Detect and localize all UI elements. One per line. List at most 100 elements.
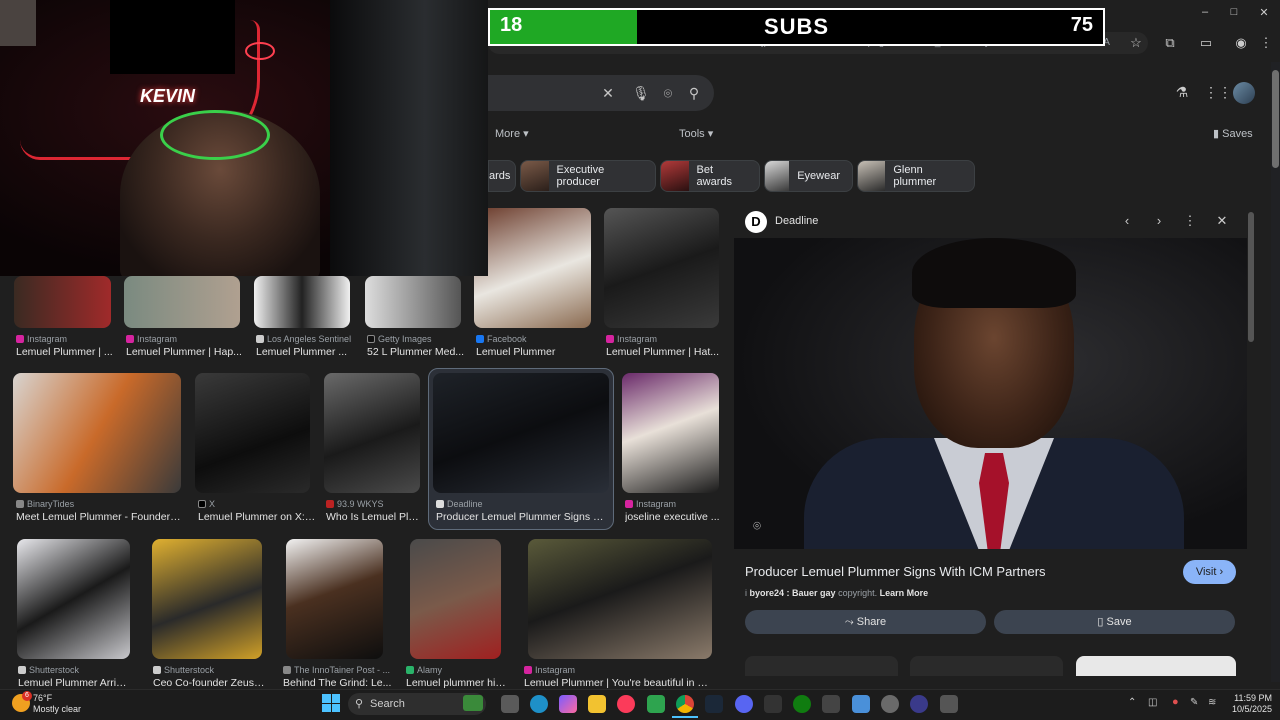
chip-glenn-plummer[interactable]: Glenn plummer (857, 160, 975, 192)
weather-widget[interactable]: 76°F Mostly clear (33, 693, 81, 715)
app-icon[interactable] (764, 695, 782, 713)
apps-grid-icon[interactable]: ⋮⋮ (1204, 84, 1232, 104)
result-image[interactable] (14, 276, 111, 328)
edge-icon[interactable] (530, 695, 548, 713)
result-title[interactable]: Lemuel Plummer | You're beautiful in so … (524, 677, 710, 689)
chrome-icon[interactable] (676, 695, 694, 713)
result-image[interactable] (124, 276, 240, 328)
close-window-button[interactable]: ✕ (1254, 6, 1274, 22)
result-image[interactable] (195, 373, 310, 493)
result-image[interactable] (474, 208, 591, 328)
avatar[interactable] (1233, 82, 1255, 104)
result-title[interactable]: Lemuel Plummer ... (256, 346, 356, 358)
preview-scrollbar[interactable] (1248, 212, 1254, 342)
result-image[interactable] (433, 373, 609, 493)
related-image[interactable] (910, 656, 1063, 676)
result-image[interactable] (286, 539, 383, 659)
start-button[interactable] (322, 694, 340, 712)
app-icon[interactable] (822, 695, 840, 713)
visit-button[interactable]: Visit › (1183, 560, 1236, 584)
close-preview-icon[interactable]: ✕ (1212, 211, 1232, 231)
bookmark-star-icon[interactable]: ☆ (1126, 33, 1146, 53)
copilot-icon[interactable] (559, 695, 577, 713)
result-image[interactable] (13, 373, 181, 493)
save-button[interactable]: ▯ Save (994, 610, 1235, 634)
result-title[interactable]: Lemuel Plummer | Hap... (126, 346, 244, 358)
result-image[interactable] (622, 373, 719, 493)
related-image[interactable] (1076, 656, 1236, 676)
result-image[interactable] (152, 539, 262, 659)
result-title[interactable]: Lemuel plummer hi-r... (406, 677, 506, 689)
result-image[interactable] (17, 539, 130, 659)
search-icon[interactable]: ⚲ (685, 84, 703, 102)
extensions-icon[interactable]: ⧉ (1160, 33, 1180, 53)
app-icon[interactable] (910, 695, 928, 713)
chip-bet-awards[interactable]: Bet awards (660, 160, 760, 192)
app-icon[interactable] (881, 695, 899, 713)
tray-app-icon[interactable]: ◫ (1148, 697, 1157, 708)
lens-search-icon[interactable]: ⌾ (748, 518, 766, 536)
result-title[interactable]: Meet Lemuel Plummer - Founder & ... (16, 511, 182, 523)
chip-eyewear[interactable]: Eyewear (764, 160, 853, 192)
result-title[interactable]: Behind The Grind: Le... (283, 677, 403, 689)
more-options-icon[interactable]: ⋮ (1180, 211, 1200, 231)
result-title[interactable]: Lemuel Plummer Arrives... (18, 677, 130, 689)
more-menu[interactable]: More ▾ (495, 127, 529, 140)
maximize-button[interactable]: □ (1224, 6, 1244, 22)
minimize-button[interactable]: – (1195, 6, 1215, 22)
chip-awards[interactable]: ards (488, 160, 516, 192)
microphone-icon[interactable]: 🎙 (632, 84, 650, 102)
result-title[interactable]: Ceo Co-founder Zeus N... (153, 677, 265, 689)
network-icon[interactable]: ≋ (1208, 697, 1216, 708)
saves-link[interactable]: ▮ Saves (1213, 127, 1253, 140)
pen-tray-icon[interactable]: ✎ (1190, 697, 1198, 708)
lens-icon[interactable]: ⌾ (659, 84, 677, 102)
result-image[interactable] (528, 539, 712, 659)
clear-icon[interactable]: ✕ (599, 84, 617, 102)
task-view-icon[interactable] (501, 695, 519, 713)
preview-image[interactable]: ⌾ (734, 238, 1247, 549)
result-title[interactable]: Lemuel Plummer | Hat... (606, 346, 724, 358)
scrollbar-thumb[interactable] (1272, 70, 1279, 168)
xbox-icon[interactable] (793, 695, 811, 713)
learn-more-link[interactable]: Learn More (880, 588, 929, 598)
result-title[interactable]: joseline executive ... (625, 511, 725, 523)
file-explorer-icon[interactable] (588, 695, 606, 713)
result-source: Instagram (606, 334, 716, 344)
tray-overflow-icon[interactable]: ⌃ (1128, 697, 1136, 708)
result-title[interactable]: Who Is Lemuel Plu... (326, 511, 422, 523)
preview-source[interactable]: Deadline (775, 215, 818, 227)
result-image[interactable] (254, 276, 350, 328)
profile-icon[interactable]: ◉ (1231, 33, 1251, 53)
result-title[interactable]: Producer Lemuel Plummer Signs Wit... (436, 511, 608, 523)
result-image[interactable] (410, 539, 501, 659)
result-title[interactable]: Lemuel Plummer on X: ... (198, 511, 316, 523)
result-source: Instagram (126, 334, 236, 344)
chip-executive-producer[interactable]: Executive producer (520, 160, 656, 192)
share-button[interactable]: ⤳ Share (745, 610, 986, 634)
clock[interactable]: 11:59 PM 10/5/2025 (1226, 693, 1272, 715)
microphone-tray-icon[interactable]: ● (1172, 696, 1179, 708)
chrome-menu-icon[interactable]: ⋮ (1256, 33, 1276, 53)
discord-icon[interactable] (735, 695, 753, 713)
result-title[interactable]: 52 L Plummer Med... (367, 346, 467, 358)
sub-goal: 75 (1070, 14, 1093, 36)
result-image[interactable] (324, 373, 420, 493)
app-icon[interactable] (940, 695, 958, 713)
labs-icon[interactable]: ⚗ (1172, 84, 1192, 104)
result-title[interactable]: Lemuel Plummer | ... (16, 346, 116, 358)
spreadsheet-icon[interactable] (647, 695, 665, 713)
next-icon[interactable]: › (1149, 211, 1169, 231)
music-icon[interactable] (617, 695, 635, 713)
result-image[interactable] (604, 208, 719, 328)
chip-thumbnail (521, 161, 549, 191)
side-panel-icon[interactable]: ▭ (1196, 33, 1216, 53)
tools-menu[interactable]: Tools ▾ (679, 127, 713, 140)
result-title[interactable]: Lemuel Plummer (476, 346, 594, 358)
result-image[interactable] (365, 276, 461, 328)
prev-icon[interactable]: ‹ (1117, 211, 1137, 231)
preview-title[interactable]: Producer Lemuel Plummer Signs With ICM P… (745, 564, 1046, 579)
related-image[interactable] (745, 656, 898, 676)
photos-icon[interactable] (852, 695, 870, 713)
steam-icon[interactable] (705, 695, 723, 713)
